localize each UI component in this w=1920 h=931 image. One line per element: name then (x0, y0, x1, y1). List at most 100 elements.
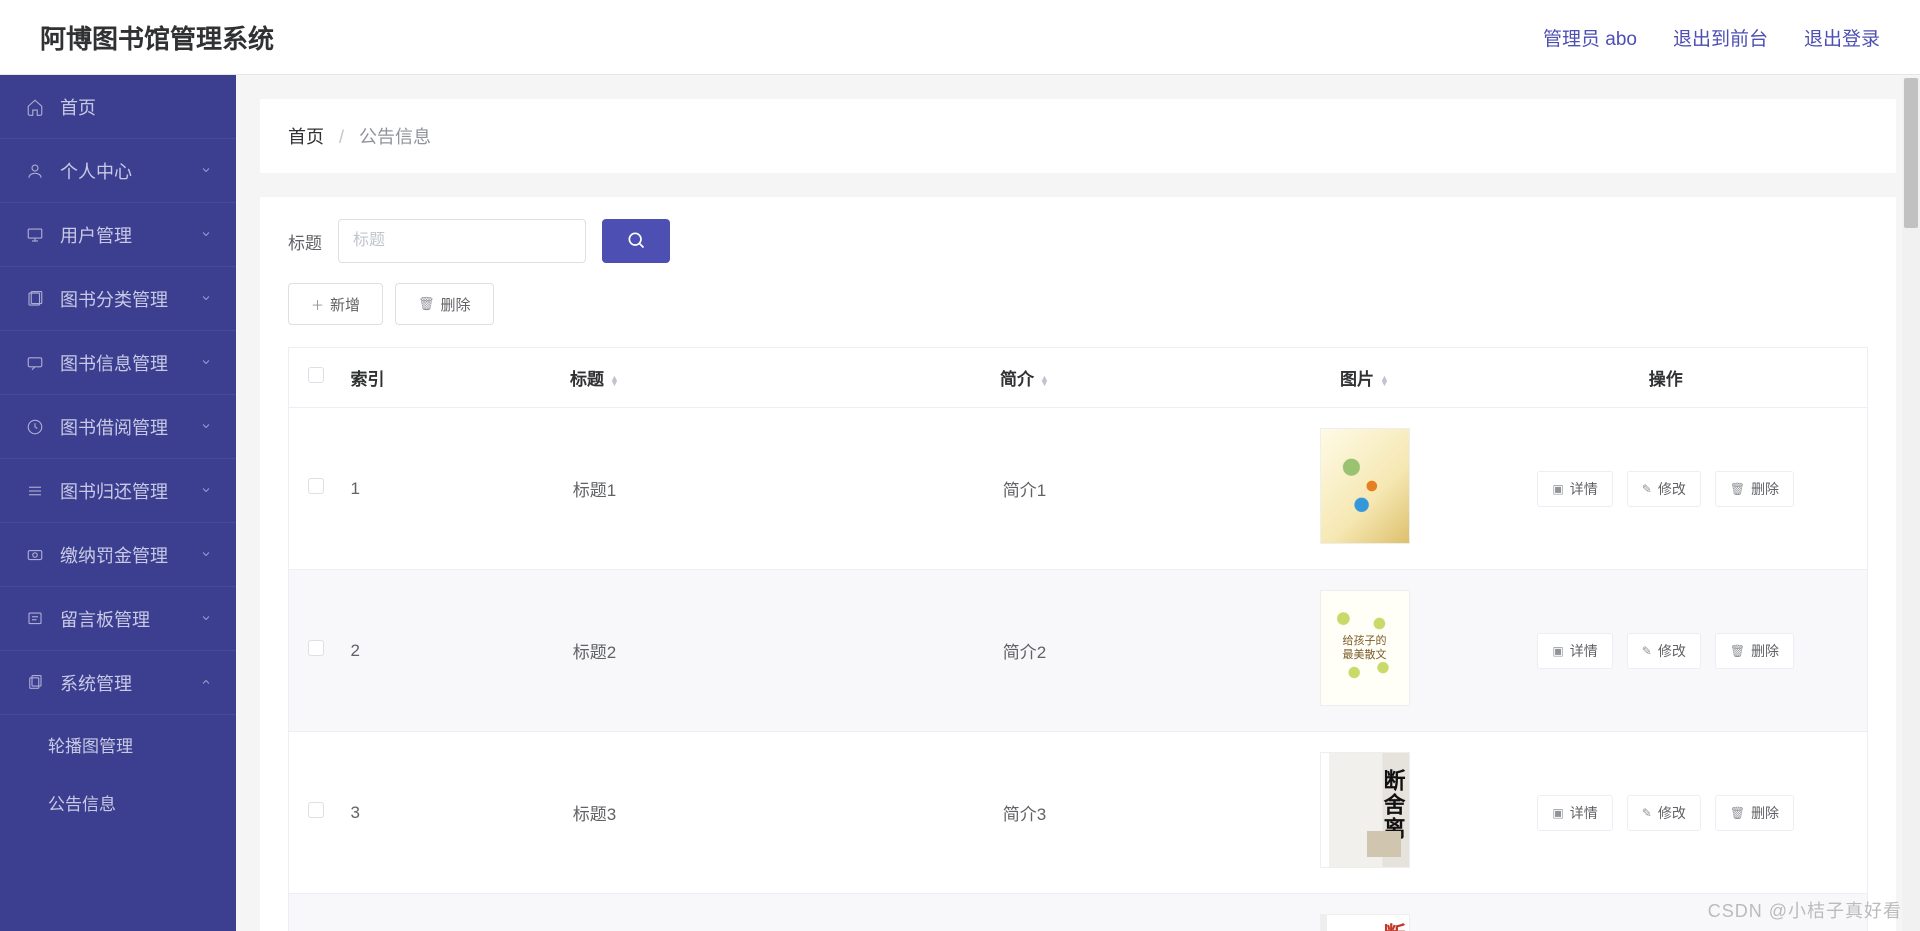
toolbar: ＋ 新增 🗑 删除 (288, 283, 1868, 325)
monitor-icon (24, 224, 46, 246)
book-image (1320, 428, 1410, 544)
chevron-down-icon (200, 480, 212, 501)
delete-label: 删除 (441, 294, 471, 315)
table-row: 3标题3简介3断舍离▣详情✎修改🗑删除 (289, 732, 1868, 894)
edit-button[interactable]: ✎修改 (1627, 795, 1701, 831)
sidebar-item-6[interactable]: 图书归还管理 (0, 459, 236, 523)
cell-index: 3 (343, 732, 405, 894)
cell-title: 标题3 (405, 732, 785, 894)
bulk-delete-button[interactable]: 🗑 删除 (395, 283, 494, 325)
sidebar-label: 图书信息管理 (60, 350, 192, 376)
scrollbar[interactable] (1902, 78, 1920, 931)
detail-button[interactable]: ▣详情 (1537, 471, 1612, 507)
delete-button[interactable]: 🗑删除 (1715, 471, 1794, 507)
checkbox-all[interactable] (308, 367, 324, 383)
plus-icon: ＋ (311, 295, 324, 314)
chat-icon (24, 352, 46, 374)
sidebar-label: 系统管理 (60, 670, 192, 696)
cell-image: 断舍离 (1265, 732, 1465, 894)
search-row: 标题 (288, 219, 1868, 263)
sidebar-item-4[interactable]: 图书信息管理 (0, 331, 236, 395)
th-title[interactable]: 标题▲▼ (405, 348, 785, 408)
chevron-down-icon (200, 352, 212, 373)
sidebar-item-5[interactable]: 图书借阅管理 (0, 395, 236, 459)
detail-icon: ▣ (1552, 482, 1563, 496)
cell-summary: 简介1 (785, 408, 1265, 570)
trash-icon: 🗑 (1730, 806, 1745, 820)
book-image: 断舍离 (1320, 914, 1410, 931)
row-checkbox[interactable] (308, 802, 324, 818)
to-front-link[interactable]: 退出到前台 (1673, 24, 1768, 51)
search-input[interactable] (338, 219, 586, 263)
sidebar-item-2[interactable]: 用户管理 (0, 203, 236, 267)
sidebar-item-3[interactable]: 图书分类管理 (0, 267, 236, 331)
search-button[interactable] (602, 219, 670, 263)
home-icon (24, 96, 46, 118)
th-checkbox (289, 348, 343, 408)
row-checkbox[interactable] (308, 640, 324, 656)
sidebar-label: 图书分类管理 (60, 286, 192, 312)
trash-icon: 🗑 (418, 296, 435, 312)
sort-icon: ▲▼ (1040, 376, 1049, 386)
cell-index: 4 (343, 894, 405, 931)
th-index: 索引 (343, 348, 405, 408)
copy-icon (24, 672, 46, 694)
sidebar-label: 图书借阅管理 (60, 414, 192, 440)
app-title: 阿博图书馆管理系统 (40, 19, 274, 56)
row-checkbox[interactable] (308, 478, 324, 494)
admin-link[interactable]: 管理员 abo (1543, 24, 1637, 51)
cell-ops: ▣详情✎修改🗑删除 (1465, 894, 1868, 931)
th-summary[interactable]: 简介▲▼ (785, 348, 1265, 408)
add-button[interactable]: ＋ 新增 (288, 283, 383, 325)
sidebar-item-7[interactable]: 缴纳罚金管理 (0, 523, 236, 587)
sidebar-item-0[interactable]: 首页 (0, 75, 236, 139)
cell-image: 断舍离 (1265, 894, 1465, 931)
edit-button[interactable]: ✎修改 (1627, 633, 1701, 669)
sidebar-subitem-0[interactable]: 轮播图管理 (0, 715, 236, 773)
sidebar-item-9[interactable]: 系统管理 (0, 651, 236, 715)
cell-title: 标题1 (405, 408, 785, 570)
sidebar-subitem-1[interactable]: 公告信息 (0, 773, 236, 831)
cell-summary: 简介2 (785, 570, 1265, 732)
sidebar-label: 首页 (60, 94, 212, 120)
delete-button[interactable]: 🗑删除 (1715, 795, 1794, 831)
th-image[interactable]: 图片▲▼ (1265, 348, 1465, 408)
files-icon (24, 288, 46, 310)
sidebar-label: 个人中心 (60, 158, 192, 184)
add-label: 新增 (330, 294, 360, 315)
user-icon (24, 160, 46, 182)
sidebar-label: 留言板管理 (60, 606, 192, 632)
scrollbar-thumb[interactable] (1904, 78, 1918, 228)
book-image: 给孩子的最美散文 (1320, 590, 1410, 706)
board-icon (24, 608, 46, 630)
detail-icon: ▣ (1552, 644, 1563, 658)
breadcrumb-home[interactable]: 首页 (288, 127, 324, 147)
sort-icon: ▲▼ (610, 376, 619, 386)
table-row: 2标题2简介2给孩子的最美散文▣详情✎修改🗑删除 (289, 570, 1868, 732)
sidebar-item-1[interactable]: 个人中心 (0, 139, 236, 203)
chevron-down-icon (200, 288, 212, 309)
table-row: 4标题4简介4断舍离▣详情✎修改🗑删除 (289, 894, 1868, 931)
delete-button[interactable]: 🗑删除 (1715, 633, 1794, 669)
sidebar-label: 缴纳罚金管理 (60, 542, 192, 568)
breadcrumb-sep: / (339, 127, 344, 147)
edit-icon: ✎ (1642, 806, 1652, 820)
clock-icon (24, 416, 46, 438)
cell-ops: ▣详情 ✎修改 🗑删除 (1465, 732, 1868, 894)
cell-summary: 简介4 (785, 894, 1265, 931)
detail-button[interactable]: ▣详情 (1537, 795, 1612, 831)
trash-icon: 🗑 (1730, 644, 1745, 658)
cell-image: 给孩子的最美散文 (1265, 570, 1465, 732)
header-actions: 管理员 abo 退出到前台 退出登录 (1543, 24, 1880, 51)
trash-icon: 🗑 (1730, 482, 1745, 496)
logout-link[interactable]: 退出登录 (1804, 24, 1880, 51)
content-card: 标题 ＋ 新增 🗑 删除 索引 标题▲▼ (260, 197, 1896, 931)
sidebar: 首页个人中心用户管理图书分类管理图书信息管理图书借阅管理图书归还管理缴纳罚金管理… (0, 75, 236, 931)
detail-button[interactable]: ▣详情 (1537, 633, 1612, 669)
app-header: 阿博图书馆管理系统 管理员 abo 退出到前台 退出登录 (0, 0, 1920, 75)
breadcrumb: 首页 / 公告信息 (260, 99, 1896, 173)
edit-icon: ✎ (1642, 644, 1652, 658)
edit-icon: ✎ (1642, 482, 1652, 496)
sidebar-item-8[interactable]: 留言板管理 (0, 587, 236, 651)
edit-button[interactable]: ✎修改 (1627, 471, 1701, 507)
